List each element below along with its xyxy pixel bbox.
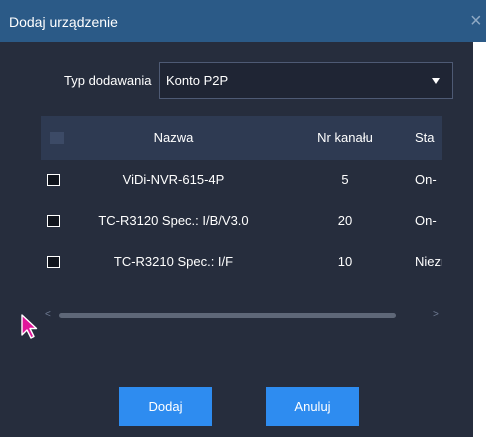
add-type-select[interactable]: Konto P2P bbox=[159, 62, 453, 99]
header-status: Sta bbox=[415, 130, 435, 145]
header-name: Nazwa bbox=[153, 130, 194, 145]
scroll-left-icon[interactable]: < bbox=[45, 310, 51, 320]
caret-down-icon bbox=[432, 78, 440, 84]
add-button[interactable]: Dodaj bbox=[119, 387, 212, 426]
device-status: On- bbox=[415, 172, 437, 187]
dialog-title: Dodaj urządzenie bbox=[9, 14, 118, 30]
device-channels: 20 bbox=[337, 213, 353, 228]
dialog-titlebar: Dodaj urządzenie × bbox=[0, 0, 486, 42]
device-name: TC-R3120 Spec.: I/B/V3.0 bbox=[98, 213, 249, 228]
close-icon[interactable]: × bbox=[470, 11, 486, 31]
device-status: Niezr bbox=[415, 254, 442, 269]
header-channels: Nr kanału bbox=[317, 130, 373, 145]
cancel-button[interactable]: Anuluj bbox=[266, 387, 359, 426]
horizontal-scrollbar[interactable]: < > bbox=[45, 310, 441, 320]
device-channels: 5 bbox=[341, 172, 349, 187]
device-channels: 10 bbox=[337, 254, 353, 269]
mouse-pointer-icon bbox=[21, 314, 38, 339]
device-table: Nazwa Nr kanału Sta ViDi-NVR-615-4P 5 On… bbox=[41, 116, 442, 304]
device-name: ViDi-NVR-615-4P bbox=[122, 172, 225, 187]
add-type-label: Typ dodawania bbox=[64, 73, 152, 88]
scrollbar-thumb[interactable] bbox=[59, 313, 396, 318]
scroll-right-icon[interactable]: > bbox=[433, 310, 439, 320]
add-device-dialog: Dodaj urządzenie × Typ dodawania Konto P… bbox=[0, 0, 486, 437]
add-type-value: Konto P2P bbox=[166, 73, 229, 88]
table-header: Nazwa Nr kanału Sta bbox=[41, 116, 442, 160]
table-row[interactable]: TC-R3120 Spec.: I/B/V3.0 20 On- bbox=[41, 201, 442, 242]
table-row[interactable]: TC-R3210 Spec.: I/F 10 Niezr bbox=[41, 242, 442, 283]
device-name: TC-R3210 Spec.: I/F bbox=[113, 254, 234, 269]
device-status: On- bbox=[415, 213, 437, 228]
table-row[interactable]: ViDi-NVR-615-4P 5 On- bbox=[41, 160, 442, 201]
